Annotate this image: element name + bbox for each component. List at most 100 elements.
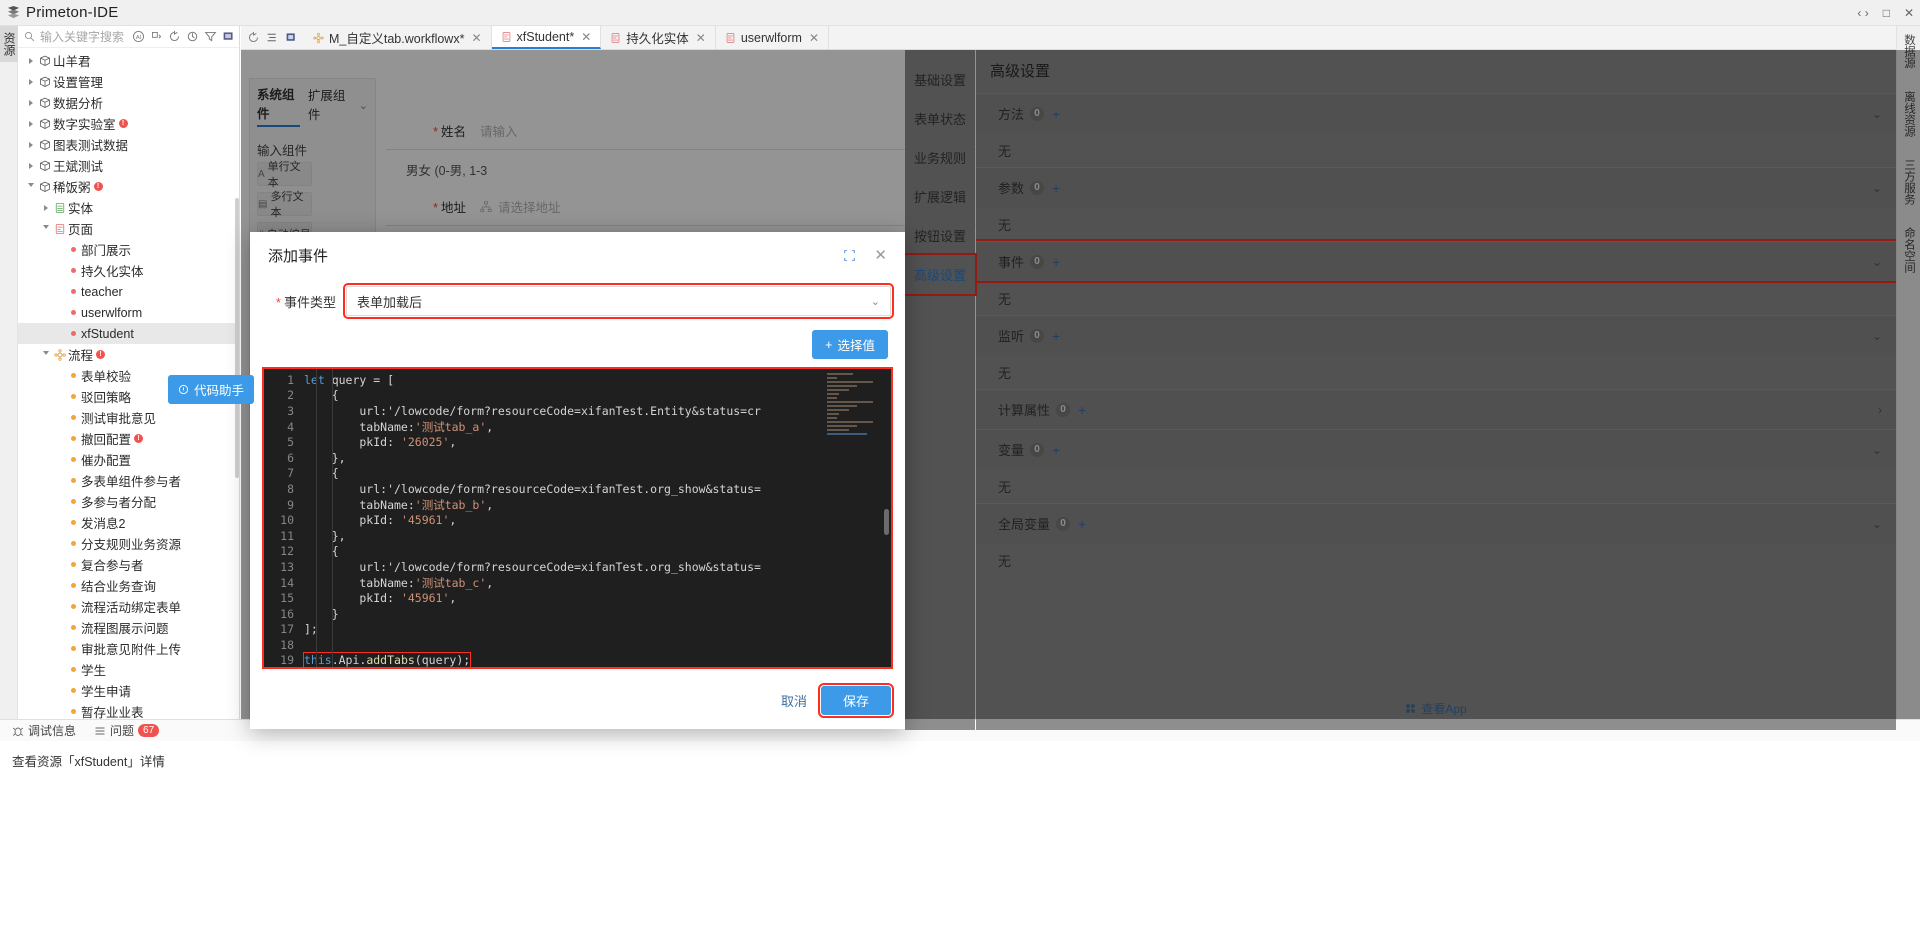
close-tab-icon[interactable]: ✕: [809, 31, 819, 45]
close-window-icon[interactable]: ✕: [1904, 6, 1914, 20]
tree-twisty[interactable]: [24, 142, 37, 148]
rail-tab-resources[interactable]: 资源: [0, 26, 18, 62]
code-line[interactable]: 19this.Api.addTabs(query);: [264, 653, 891, 667]
tree-twisty[interactable]: [24, 121, 37, 127]
link-icon[interactable]: [285, 31, 298, 44]
code-line[interactable]: 7 {: [264, 466, 891, 482]
bullet-icon: [71, 562, 76, 567]
code-line[interactable]: 10 pkId: '45961',: [264, 512, 891, 528]
code-line[interactable]: 16 }: [264, 606, 891, 622]
tree-node[interactable]: 流程!: [18, 344, 239, 365]
save-button[interactable]: 保存: [821, 686, 891, 715]
tree-scrollbar[interactable]: [235, 198, 239, 478]
tree-node[interactable]: teacher: [18, 281, 239, 302]
editor-tab[interactable]: userwlform✕: [716, 26, 829, 49]
code-line[interactable]: 14 tabName:'测试tab_c',: [264, 575, 891, 591]
code-line[interactable]: 15 pkId: '45961',: [264, 590, 891, 606]
tree-twisty[interactable]: [24, 163, 37, 169]
tree-node[interactable]: 撤回配置!: [18, 428, 239, 449]
status-debug[interactable]: 调试信息: [12, 722, 76, 739]
more-icon[interactable]: [222, 30, 235, 43]
editor-tab[interactable]: M_自定义tab.workflowx*✕: [304, 26, 492, 49]
collapse-icon[interactable]: [150, 30, 163, 43]
code-line-number: 1: [264, 373, 304, 387]
tree-node[interactable]: 审批意见附件上传: [18, 638, 239, 659]
tree-node[interactable]: 结合业务查询: [18, 575, 239, 596]
code-helper-button[interactable]: 代码助手: [168, 375, 254, 404]
code-line[interactable]: 9 tabName:'测试tab_b',: [264, 497, 891, 513]
code-line[interactable]: 2 {: [264, 388, 891, 404]
tree-node[interactable]: 流程图展示问题: [18, 617, 239, 638]
close-tab-icon[interactable]: ✕: [696, 31, 706, 45]
code-line[interactable]: 12 {: [264, 544, 891, 560]
nav-arrows-icon[interactable]: ‹ ›: [1857, 6, 1868, 20]
code-content[interactable]: 1let query = [2 {3 url:'/lowcode/form?re…: [264, 369, 891, 667]
tree-node[interactable]: userwlform: [18, 302, 239, 323]
tree-node[interactable]: 复合参与者: [18, 554, 239, 575]
refresh-icon[interactable]: [247, 31, 260, 44]
outline-icon[interactable]: [266, 31, 279, 44]
close-tab-icon[interactable]: ✕: [471, 31, 481, 45]
tree-node[interactable]: 多参与者分配: [18, 491, 239, 512]
tree-node[interactable]: 发消息2: [18, 512, 239, 533]
tree-search-input[interactable]: 输入关键字搜索: [40, 28, 127, 45]
tree-node[interactable]: 催办配置: [18, 449, 239, 470]
code-line[interactable]: 5 pkId: '26025',: [264, 434, 891, 450]
tree-node[interactable]: xfStudent: [18, 323, 239, 344]
tree-node[interactable]: 山羊君: [18, 50, 239, 71]
entity-icon: [52, 202, 68, 214]
tree-node[interactable]: 学生申请: [18, 680, 239, 701]
tree-twisty[interactable]: [39, 205, 52, 211]
sync-icon[interactable]: [186, 30, 199, 43]
status-problems[interactable]: 问题 67: [94, 722, 159, 739]
tree-node[interactable]: 数字实验室!: [18, 113, 239, 134]
code-line[interactable]: 11 },: [264, 528, 891, 544]
editor-tab[interactable]: xfStudent*✕: [492, 26, 602, 49]
tree-twisty[interactable]: [24, 79, 37, 85]
tree-twisty[interactable]: [24, 100, 37, 106]
pick-value-button[interactable]: + 选择值: [812, 330, 888, 359]
code-line[interactable]: 6 },: [264, 450, 891, 466]
code-line[interactable]: 18: [264, 637, 891, 653]
code-line[interactable]: 17];: [264, 622, 891, 638]
bullet-icon: [71, 247, 76, 252]
maximize-icon[interactable]: □: [1883, 6, 1890, 20]
code-line[interactable]: 1let query = [: [264, 372, 891, 388]
tree-node[interactable]: 多表单组件参与者: [18, 470, 239, 491]
code-line[interactable]: 4 tabName:'测试tab_a',: [264, 419, 891, 435]
tree-node[interactable]: 王斌测试: [18, 155, 239, 176]
tree-node[interactable]: 暂存业业表: [18, 701, 239, 719]
tree-twisty[interactable]: [24, 58, 37, 64]
code-line[interactable]: 8 url:'/lowcode/form?resourceCode=xifanT…: [264, 481, 891, 497]
tree-node[interactable]: 部门展示: [18, 239, 239, 260]
tree-node[interactable]: 学生: [18, 659, 239, 680]
tree-node[interactable]: 数据分析: [18, 92, 239, 113]
tree-node[interactable]: 流程活动绑定表单: [18, 596, 239, 617]
tree-node[interactable]: 页面: [18, 218, 239, 239]
code-scrollbar[interactable]: [884, 509, 889, 535]
tree-node[interactable]: 分支规则业务资源: [18, 533, 239, 554]
tree-node[interactable]: 稀饭粥!: [18, 176, 239, 197]
ai-icon[interactable]: AI: [132, 30, 145, 43]
event-type-select[interactable]: 表单加载后 ⌄: [346, 286, 891, 316]
close-tab-icon[interactable]: ✕: [581, 30, 591, 44]
tree-node[interactable]: 持久化实体: [18, 260, 239, 281]
code-editor[interactable]: 1let query = [2 {3 url:'/lowcode/form?re…: [264, 369, 891, 667]
tree-node[interactable]: 实体: [18, 197, 239, 218]
editor-tab[interactable]: 持久化实体✕: [601, 26, 716, 49]
tree-node[interactable]: 设置管理: [18, 71, 239, 92]
filter-icon[interactable]: [204, 30, 217, 43]
tree-twisty[interactable]: [39, 351, 52, 358]
code-line[interactable]: 3 url:'/lowcode/form?resourceCode=xifanT…: [264, 403, 891, 419]
close-icon[interactable]: ✕: [874, 246, 887, 264]
code-minimap[interactable]: [827, 371, 879, 413]
tree-node[interactable]: 图表测试数据: [18, 134, 239, 155]
tree-node[interactable]: 测试审批意见: [18, 407, 239, 428]
expand-icon[interactable]: [843, 249, 856, 262]
tree-twisty[interactable]: [39, 225, 52, 232]
package-icon: [37, 118, 53, 130]
code-line[interactable]: 13 url:'/lowcode/form?resourceCode=xifan…: [264, 559, 891, 575]
tree-twisty[interactable]: [24, 183, 37, 190]
cancel-button[interactable]: 取消: [781, 691, 807, 710]
refresh-icon[interactable]: [168, 30, 181, 43]
